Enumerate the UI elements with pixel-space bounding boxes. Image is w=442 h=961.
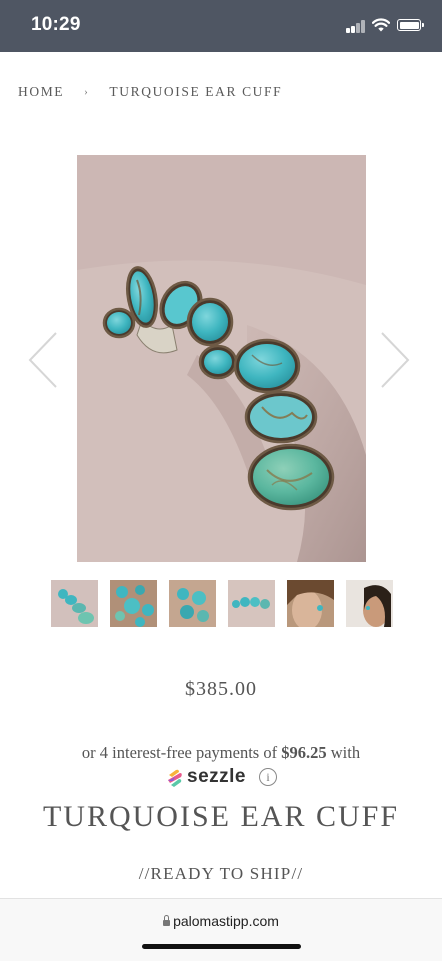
chevron-right-icon[interactable] [378, 330, 412, 390]
chevron-left-icon[interactable] [26, 330, 60, 390]
url-text: palomastipp.com [173, 913, 279, 929]
breadcrumb-current: TURQUOISE EAR CUFF [109, 84, 283, 99]
status-bar: 10:29 [0, 0, 442, 52]
product-title: TURQUOISE EAR CUFF [42, 800, 400, 833]
thumbnail-6[interactable] [346, 580, 393, 627]
product-main-image[interactable] [77, 155, 366, 562]
info-icon[interactable]: i [259, 768, 277, 786]
breadcrumb: HOME › TURQUOISE EAR CUFF [18, 84, 282, 100]
wifi-icon [372, 18, 390, 32]
installments-suffix: with [326, 743, 361, 762]
breadcrumb-separator: › [84, 86, 90, 98]
ready-to-ship-label: //READY TO SHIP// [138, 864, 304, 883]
thumbnail-2[interactable] [110, 580, 157, 627]
sezzle-badge[interactable]: sezzle i [166, 766, 286, 790]
battery-icon [397, 19, 424, 31]
sezzle-logo-icon [168, 769, 182, 787]
thumbnail-4[interactable] [228, 580, 275, 627]
url-display[interactable]: palomastipp.com [0, 913, 442, 929]
lock-icon [163, 915, 171, 926]
thumbnail-1[interactable] [51, 580, 98, 627]
cellular-signal-icon [346, 19, 368, 33]
browser-url-bar[interactable]: palomastipp.com [0, 898, 442, 961]
thumbnail-5[interactable] [287, 580, 334, 627]
product-price: $385.00 [185, 678, 257, 700]
thumbnail-3[interactable] [169, 580, 216, 627]
home-indicator[interactable] [142, 944, 301, 949]
installments-prefix: or 4 interest-free payments of [81, 743, 282, 762]
installments-text: or 4 interest-free payments of $96.25 wi… [0, 743, 442, 763]
thumbnail-strip [0, 580, 442, 628]
sezzle-wordmark: sezzle [187, 766, 246, 787]
clock: 10:29 [31, 14, 81, 35]
installment-amount: $96.25 [281, 743, 327, 762]
breadcrumb-home-link[interactable]: HOME [18, 84, 64, 99]
